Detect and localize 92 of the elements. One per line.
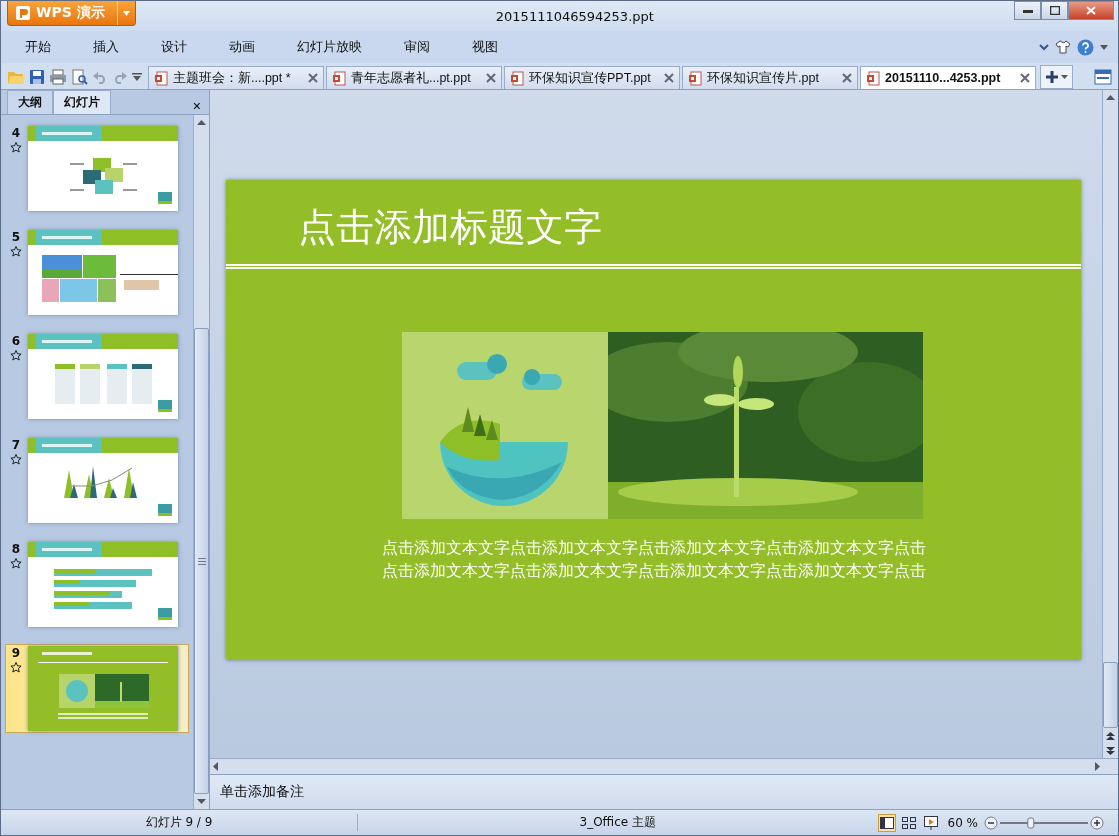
window-title: 2015111046594253.ppt	[494, 8, 655, 24]
document-icon	[154, 70, 168, 86]
minimize-button[interactable]	[1014, 1, 1041, 20]
save-icon[interactable]	[29, 69, 45, 85]
shirt-icon[interactable]	[1055, 40, 1071, 54]
scroll-right-icon[interactable]	[1095, 762, 1100, 771]
document-tab[interactable]: 青年志愿者礼...pt.ppt	[326, 66, 502, 89]
customize-dropdown-icon[interactable]	[132, 73, 142, 81]
previous-slide-icon[interactable]	[1106, 731, 1115, 740]
maximize-button[interactable]	[1041, 1, 1068, 20]
panel-tab[interactable]: 大纲	[7, 90, 53, 114]
document-tab[interactable]: 环保知识宣传PPT.ppt	[504, 66, 680, 89]
print-preview-icon[interactable]	[71, 68, 88, 86]
close-icon[interactable]	[308, 73, 318, 83]
zoom-out-icon[interactable]	[984, 816, 998, 829]
close-icon[interactable]	[486, 73, 496, 83]
window-layout-icon[interactable]	[1094, 69, 1112, 85]
menu-item[interactable]: 插入	[79, 34, 133, 60]
close-icon[interactable]	[664, 73, 674, 83]
slide-number: 6	[11, 334, 21, 348]
scrollbar-thumb[interactable]	[194, 328, 209, 794]
slide-thumbnail[interactable]	[28, 334, 178, 419]
plus-icon	[1045, 70, 1059, 84]
slide-thumbnail[interactable]	[28, 230, 178, 315]
slide-thumbnail-row[interactable]: 5	[5, 228, 189, 317]
zoom-slider[interactable]	[1000, 817, 1088, 828]
caret-icon	[1061, 75, 1068, 79]
new-tab-button[interactable]	[1040, 65, 1073, 89]
slide-number: 7	[11, 438, 21, 452]
slide-number: 9	[11, 646, 21, 660]
normal-view-button[interactable]	[877, 813, 896, 832]
slide-thumbnail-row[interactable]: 6	[5, 332, 189, 421]
slide-counter: 幻灯片 9 / 9	[1, 814, 358, 831]
document-tab[interactable]: 主题班会：新....ppt *	[148, 66, 324, 89]
chevron-down-icon[interactable]	[1039, 43, 1049, 51]
slideshow-button[interactable]	[921, 813, 940, 832]
zoom-in-icon[interactable]	[1090, 816, 1104, 829]
menu-item[interactable]: 视图	[458, 34, 512, 60]
panel-tab[interactable]: 幻灯片	[53, 90, 111, 114]
menu-item[interactable]: 动画	[215, 34, 269, 60]
theme-name: 3_Office 主题	[578, 814, 657, 831]
slide-thumbnail-row[interactable]: 8	[5, 540, 189, 629]
star-icon	[10, 662, 22, 673]
scroll-left-icon[interactable]	[213, 762, 218, 771]
scrollbar-thumb[interactable]	[1103, 662, 1118, 728]
slide-number: 4	[11, 126, 21, 140]
slide-thumbnail[interactable]	[28, 646, 178, 731]
body-text: 点击添加文本文字点击添加文本文字点击添加文本文字点击添加文本文字点击	[381, 538, 926, 559]
app-logo-icon	[16, 6, 30, 20]
close-icon	[1086, 6, 1096, 15]
slide-thumbnail[interactable]	[28, 542, 178, 627]
scroll-down-icon[interactable]	[197, 799, 206, 804]
body-text: 点击添加文本文字点击添加文本文字点击添加文本文字点击添加文本文字点击	[381, 561, 926, 582]
document-icon	[688, 70, 702, 86]
menu-item[interactable]: 幻灯片放映	[283, 34, 376, 60]
slide-thumbnail-row[interactable]: 4	[5, 124, 189, 213]
slide-title: 点击添加标题文字	[297, 204, 603, 251]
slide-thumbnail[interactable]	[28, 438, 178, 523]
document-icon	[332, 70, 346, 86]
document-icon	[866, 70, 880, 86]
close-icon[interactable]	[842, 73, 852, 83]
next-slide-icon[interactable]	[1106, 746, 1115, 755]
close-button[interactable]: ×	[190, 98, 203, 114]
star-icon	[10, 558, 22, 569]
scroll-up-icon[interactable]	[197, 120, 206, 125]
caret-icon[interactable]	[1100, 44, 1108, 50]
restore-icon	[1049, 6, 1060, 15]
document-tab[interactable]: 20151110...4253.ppt	[860, 66, 1036, 89]
menu-item[interactable]: 审阅	[390, 34, 444, 60]
printer-icon[interactable]	[49, 69, 67, 85]
menu-item[interactable]: 设计	[147, 34, 201, 60]
slide-thumbnail[interactable]	[28, 126, 178, 211]
caret-icon	[122, 10, 130, 16]
close-icon[interactable]	[1020, 73, 1030, 83]
document-tab[interactable]: 环保知识宣传片.ppt	[682, 66, 858, 89]
slide-number: 8	[11, 542, 21, 556]
scroll-up-icon[interactable]	[1106, 95, 1115, 100]
notes-placeholder[interactable]: 单击添加备注	[220, 783, 304, 801]
slide-thumbnail-row[interactable]: 7	[5, 436, 189, 525]
star-icon	[10, 350, 22, 361]
help-icon[interactable]	[1077, 38, 1094, 56]
minimize-icon	[1022, 8, 1033, 13]
star-icon	[10, 246, 22, 257]
zoom-level: 60 %	[947, 815, 978, 830]
zoom-slider-thumb[interactable]	[1027, 817, 1035, 828]
document-icon	[510, 70, 524, 86]
menu-item[interactable]: 开始	[11, 34, 65, 60]
slide-number: 5	[11, 230, 21, 244]
slide-thumbnail-row[interactable]: 9	[5, 644, 189, 733]
star-icon	[10, 142, 22, 153]
star-icon	[10, 454, 22, 465]
close-button[interactable]	[1068, 1, 1114, 20]
